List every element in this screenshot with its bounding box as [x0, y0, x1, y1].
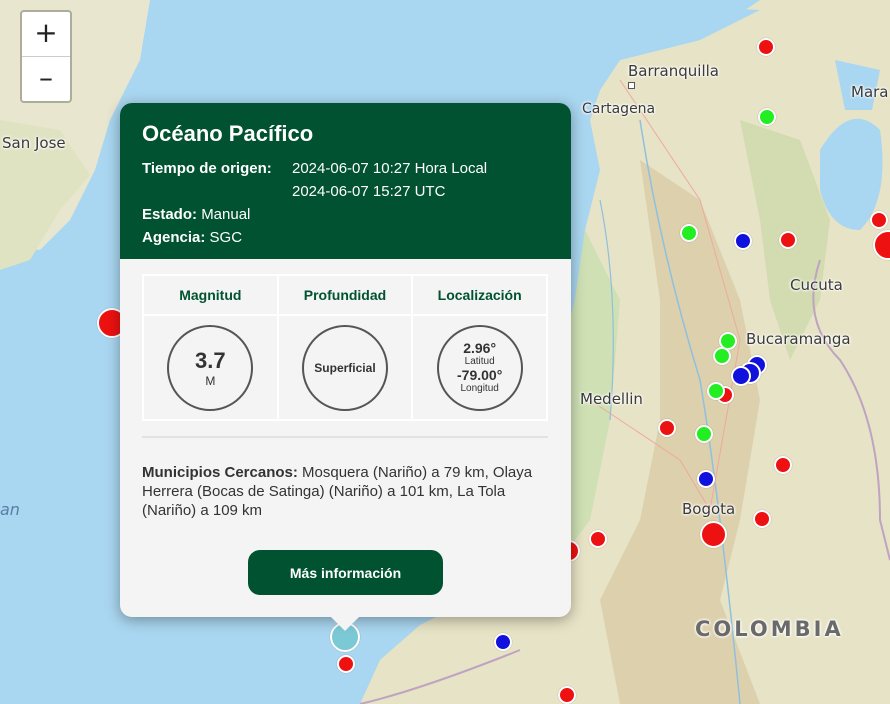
quake-marker[interactable] [680, 224, 698, 242]
zoom-in-button[interactable]: + [22, 12, 70, 57]
depth-circle: Superficial [301, 324, 388, 411]
city-label-medellin: Medellin [580, 390, 643, 408]
quake-marker[interactable] [658, 419, 676, 437]
longitude-label: Longitud [460, 383, 499, 394]
quake-marker[interactable] [870, 211, 888, 229]
zoom-out-button[interactable]: – [22, 57, 70, 101]
quake-marker[interactable] [697, 470, 715, 488]
quake-marker[interactable] [734, 232, 752, 250]
city-label-barranquilla: Barranquilla [628, 62, 719, 80]
quake-marker[interactable] [757, 38, 775, 56]
origin-time-local: 2024-06-07 10:27 Hora Local [292, 160, 488, 177]
city-marker [628, 82, 635, 89]
city-label-cucuta: Cucuta [790, 276, 843, 294]
agency-value: SGC [209, 229, 243, 246]
country-label-colombia: COLOMBIA [695, 617, 844, 641]
quake-marker[interactable] [589, 530, 607, 548]
city-label-mara: Mara [851, 83, 889, 101]
status-label: Estado: [142, 206, 198, 223]
city-label-san-jose: San Jose [2, 134, 66, 152]
longitude-value: -79.00° [457, 367, 503, 383]
latitude-label: Latitud [464, 356, 495, 367]
quake-parameters-table: Magnitud Profundidad Localización 3.7 M … [142, 274, 548, 421]
depth-cell: Superficial [276, 314, 414, 421]
header-magnitude: Magnitud [142, 274, 279, 316]
popup-divider [142, 436, 548, 438]
quake-marker[interactable] [494, 633, 512, 651]
earthquake-popup: Océano Pacífico Tiempo de origen: 2024-0… [120, 103, 571, 631]
origin-time-utc-row: 2024-06-07 15:27 UTC [142, 180, 549, 203]
header-location: Localización [411, 274, 548, 316]
quake-marker[interactable] [700, 521, 727, 548]
depth-value: Superficial [314, 360, 376, 375]
magnitude-circle: 3.7 M [167, 324, 254, 411]
status-value: Manual [201, 206, 251, 223]
magnitude-value: 3.7 [195, 347, 226, 373]
popup-tip [330, 616, 360, 631]
quake-marker[interactable] [774, 456, 792, 474]
quake-marker[interactable] [758, 108, 776, 126]
more-info-button[interactable]: Más información [248, 550, 443, 595]
nearby-label: Municipios Cercanos: [142, 464, 298, 481]
sea-label-fragment: an [0, 500, 20, 519]
location-circle: 2.96° Latitud -79.00° Longitud [436, 324, 523, 411]
agency-label: Agencia: [142, 229, 206, 246]
quake-marker[interactable] [558, 686, 576, 704]
city-label-bogota: Bogota [682, 500, 736, 518]
zoom-control: + – [20, 10, 72, 103]
quake-marker[interactable] [695, 425, 713, 443]
popup-title: Océano Pacífico [142, 121, 314, 146]
agency-row: Agencia: SGC [142, 226, 549, 249]
quake-marker[interactable] [753, 510, 771, 528]
origin-time-row: Tiempo de origen: 2024-06-07 10:27 Hora … [142, 157, 549, 180]
location-cell: 2.96° Latitud -79.00° Longitud [411, 314, 548, 421]
latitude-value: 2.96° [463, 340, 497, 356]
city-label-bucaramanga: Bucaramanga [746, 330, 851, 348]
origin-time-label: Tiempo de origen: [142, 160, 272, 177]
nearby-municipalities: Municipios Cercanos: Mosquera (Nariño) a… [142, 463, 552, 520]
quake-marker[interactable] [713, 347, 731, 365]
map-canvas[interactable]: Barranquilla Cartagena Mara San Jose Cuc… [0, 0, 890, 704]
quake-marker[interactable] [337, 655, 355, 673]
popup-header: Océano Pacífico Tiempo de origen: 2024-0… [120, 103, 571, 259]
magnitude-unit: M [205, 373, 216, 388]
quake-marker[interactable] [707, 382, 725, 400]
status-row: Estado: Manual [142, 203, 549, 226]
quake-marker[interactable] [731, 366, 751, 386]
origin-time-utc: 2024-06-07 15:27 UTC [292, 183, 446, 200]
magnitude-cell: 3.7 M [142, 314, 279, 421]
quake-marker[interactable] [779, 231, 797, 249]
city-label-cartagena: Cartagena [582, 101, 656, 117]
header-depth: Profundidad [276, 274, 414, 316]
